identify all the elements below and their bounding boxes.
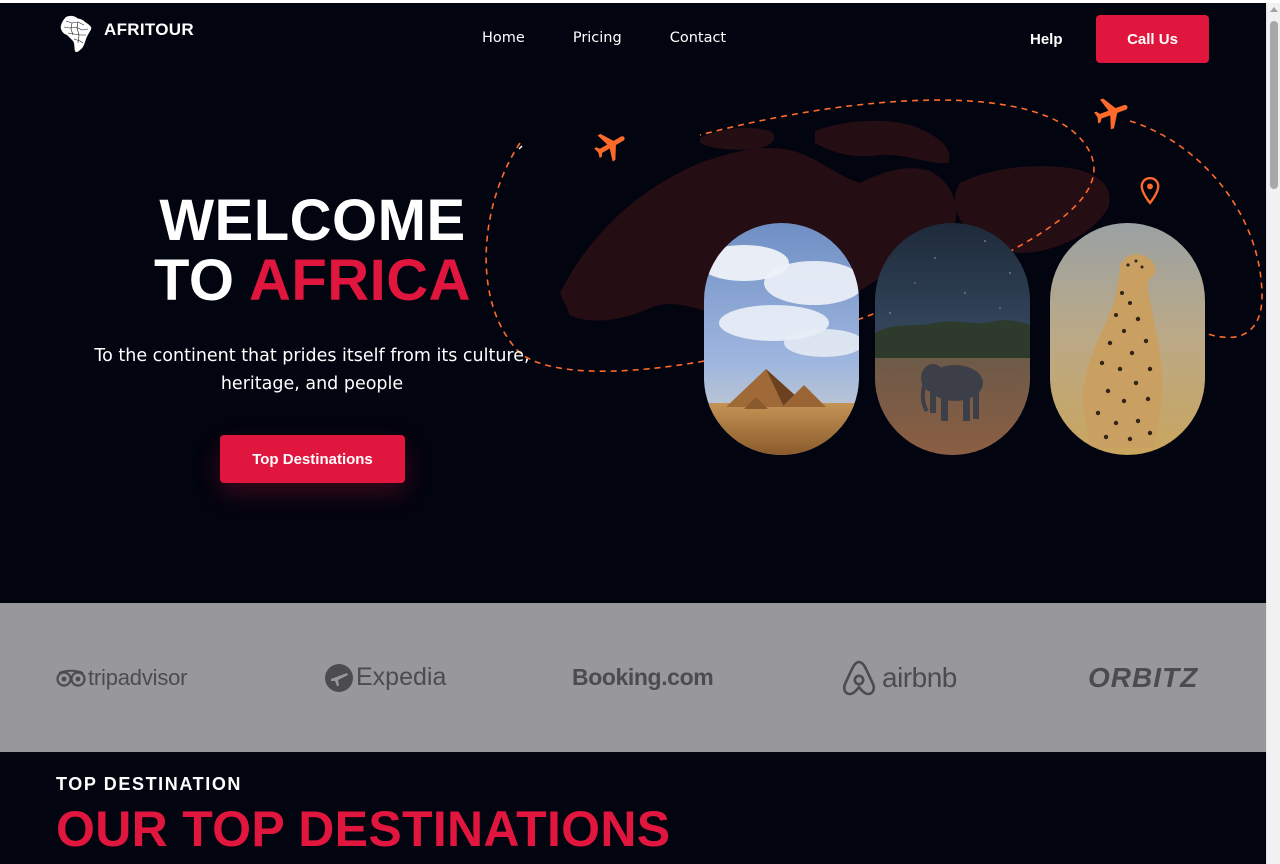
hero-title-to: TO <box>153 248 235 313</box>
hero-subtitle: To the continent that prides itself from… <box>94 346 530 394</box>
expedia-plane-icon <box>325 663 353 692</box>
nav-links: Home Pricing Contact <box>482 30 726 46</box>
hero-title: WELCOME TO AFRICA <box>120 191 505 311</box>
vertical-scrollbar[interactable] <box>1266 3 1280 864</box>
airplane-icon <box>594 133 625 162</box>
hero-section: AFRITOUR Home Pricing Contact Help Call … <box>0 3 1266 603</box>
partner-name: Booking.com <box>572 664 714 690</box>
partner-name: ORBITZ <box>1088 661 1199 693</box>
page-viewport: AFRITOUR Home Pricing Contact Help Call … <box>0 3 1266 864</box>
pyramids-photo <box>704 223 859 455</box>
hero-title-africa: AFRICA <box>248 248 472 313</box>
section-kicker: TOP DESTINATION <box>56 774 243 794</box>
hero-title-line1: WELCOME <box>159 188 466 253</box>
call-us-button[interactable]: Call Us <box>1096 15 1209 63</box>
partner-orbitz[interactable]: ORBITZ <box>1088 603 1198 752</box>
cheetah-photo <box>1050 223 1205 455</box>
elephant-photo <box>875 223 1030 455</box>
help-link[interactable]: Help <box>1030 31 1063 48</box>
africa-map-icon <box>60 15 92 53</box>
nav-link-home[interactable]: Home <box>482 30 525 46</box>
airplane-icon <box>1094 98 1128 130</box>
partner-expedia[interactable]: Expedia <box>324 603 446 752</box>
top-destinations-button[interactable]: Top Destinations <box>220 435 405 483</box>
partner-name: airbnb <box>882 661 957 693</box>
section-title: OUR TOP DESTINATIONS <box>56 801 671 857</box>
scroll-up-arrow-icon[interactable] <box>1270 7 1278 12</box>
partners-band: tripadvisor Expedia Booking.com airbnb O… <box>0 603 1266 752</box>
partner-name: tripadvisor <box>88 664 188 690</box>
brand-name: AFRITOUR <box>104 20 194 39</box>
nav-link-pricing[interactable]: Pricing <box>573 30 622 46</box>
partner-tripadvisor[interactable]: tripadvisor <box>56 603 187 752</box>
partner-name: Expedia <box>356 663 447 691</box>
scrollbar-thumb[interactable] <box>1270 21 1278 189</box>
nav-link-contact[interactable]: Contact <box>670 30 726 46</box>
top-destinations-section: TOP DESTINATION OUR TOP DESTINATIONS <box>0 752 1266 864</box>
partner-airbnb[interactable]: airbnb <box>842 603 957 752</box>
partner-booking[interactable]: Booking.com <box>572 603 714 752</box>
top-navbar: AFRITOUR Home Pricing Contact Help Call … <box>0 3 1266 83</box>
tripadvisor-owl-icon <box>56 669 86 687</box>
location-pin-icon <box>1140 176 1160 205</box>
brand-logo[interactable]: AFRITOUR <box>58 13 194 55</box>
airbnb-logo-icon <box>842 660 876 695</box>
